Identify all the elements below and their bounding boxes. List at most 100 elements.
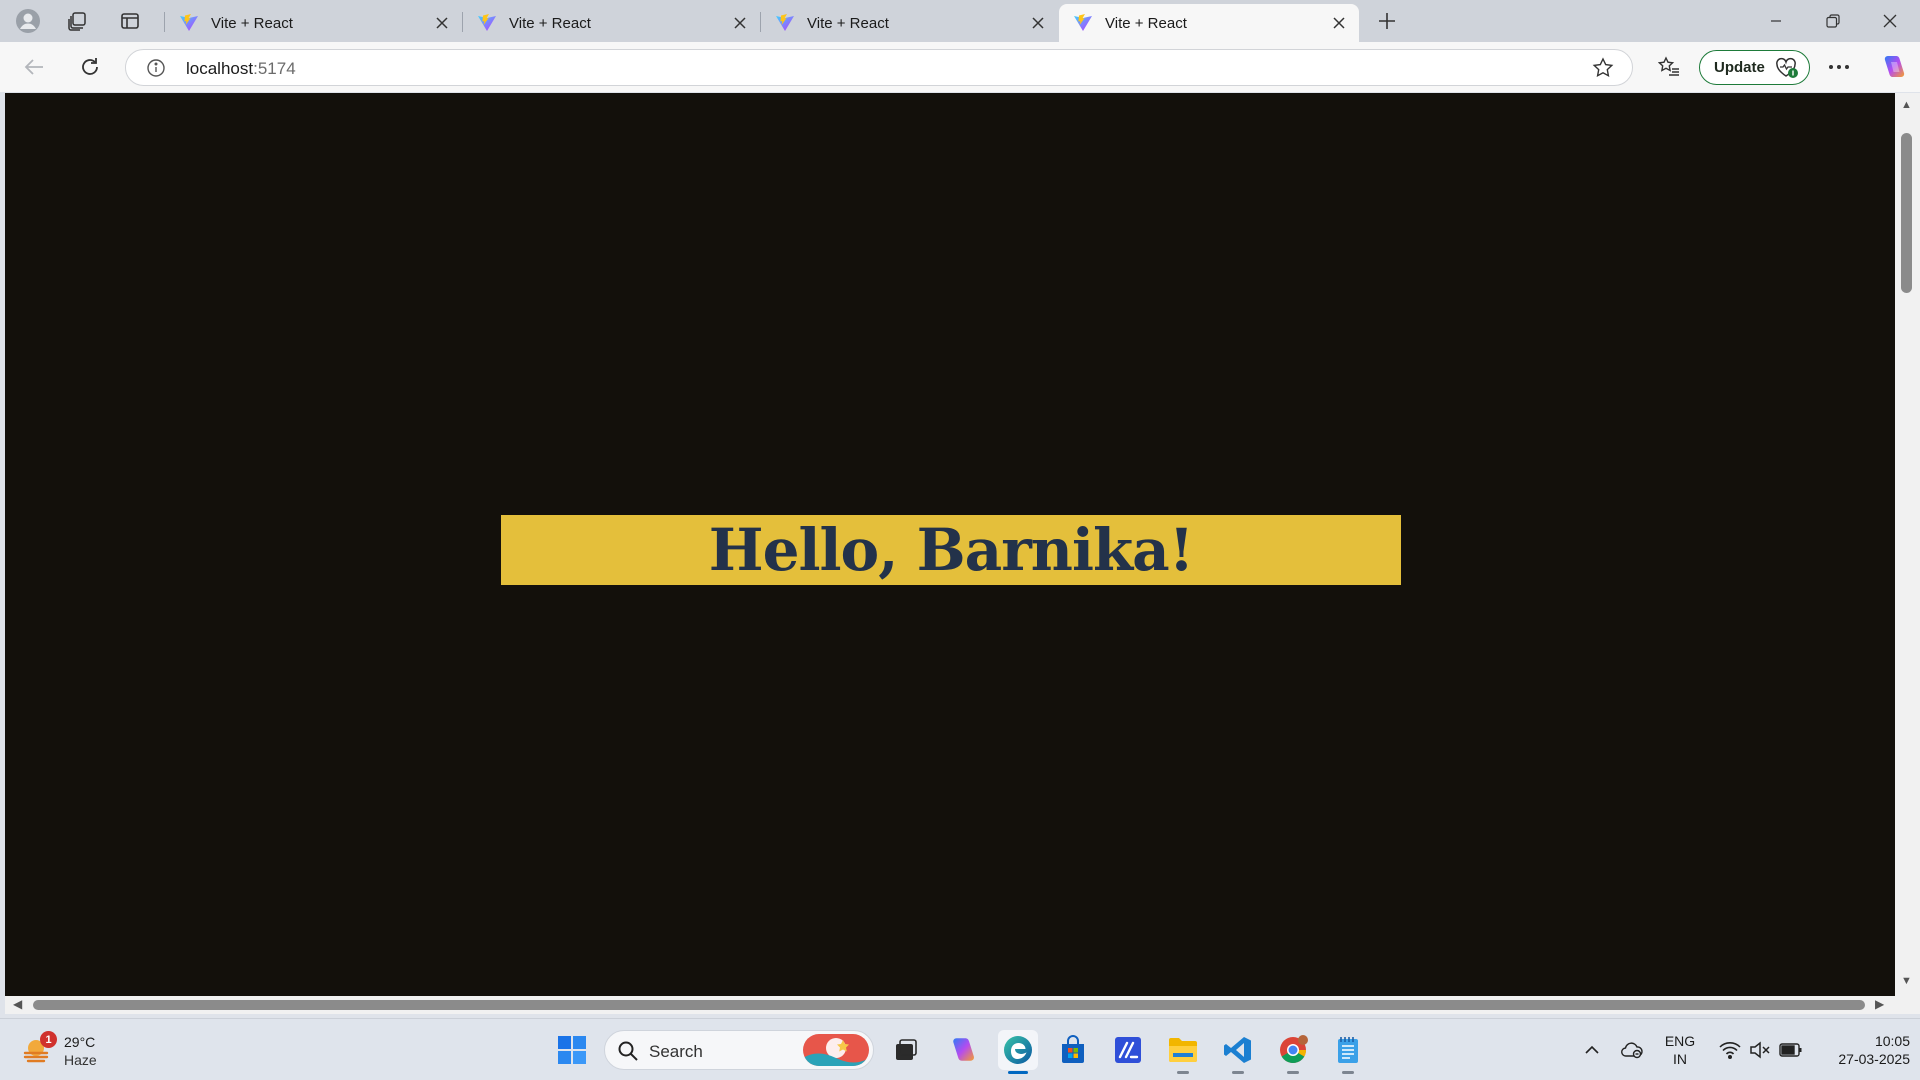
minimize-button[interactable] <box>1748 0 1804 42</box>
weather-widget[interactable]: 1 29°C Haze <box>22 1029 112 1071</box>
browser-essentials-heart-icon <box>1775 57 1799 83</box>
update-label: Update <box>1714 59 1765 76</box>
language-indicator[interactable]: ENG IN <box>1662 1032 1698 1068</box>
vscode-icon <box>1224 1037 1251 1063</box>
browser-toolbar: localhost:5174 Update <box>0 42 1920 92</box>
vertical-scrollbar[interactable]: ▲ ▼ <box>1895 93 1920 996</box>
browser-tab-3[interactable]: Vite + React <box>761 4 1058 42</box>
edge-browser-icon <box>1004 1036 1032 1064</box>
language-region: IN <box>1673 1051 1687 1067</box>
refresh-icon <box>82 58 98 75</box>
taskbar-copilot[interactable] <box>942 1030 982 1070</box>
search-label: Search <box>649 1042 703 1061</box>
weather-condition: Haze <box>64 1052 97 1068</box>
restore-button[interactable] <box>1805 0 1861 42</box>
taskbar-chrome[interactable] <box>1273 1030 1313 1074</box>
tab-title: Vite + React <box>807 14 889 32</box>
workspaces-icon[interactable] <box>63 7 91 35</box>
close-window-button[interactable] <box>1862 0 1918 42</box>
system-clock[interactable]: 10:05 27-03-2025 <box>1810 1032 1910 1068</box>
tab-close-icon[interactable] <box>1028 13 1048 33</box>
scroll-left-arrow-icon[interactable]: ◀ <box>13 997 22 1011</box>
favorites-button[interactable] <box>1653 51 1685 83</box>
taskbar-notepad[interactable] <box>1328 1030 1368 1074</box>
vertical-scroll-thumb[interactable] <box>1901 133 1912 293</box>
browser-tab-1[interactable]: Vite + React <box>165 4 462 42</box>
tab-title: Vite + React <box>211 14 293 32</box>
start-button[interactable] <box>552 1030 592 1070</box>
clock-time: 10:05 <box>1874 1033 1910 1049</box>
browser-tab-2[interactable]: Vite + React <box>463 4 760 42</box>
vertical-tabs-icon[interactable] <box>116 7 144 35</box>
scroll-right-arrow-icon[interactable]: ▶ <box>1875 997 1884 1011</box>
chrome-icon <box>1280 1035 1308 1064</box>
browser-tab-4-active[interactable]: Vite + React <box>1059 4 1359 42</box>
taskbar-edge[interactable] <box>998 1030 1038 1074</box>
show-hidden-icons-button[interactable] <box>1572 1030 1612 1070</box>
dev-app-icon <box>1115 1037 1141 1063</box>
speaker-muted-icon <box>1750 1041 1770 1059</box>
scroll-down-arrow-icon[interactable]: ▼ <box>1901 975 1912 987</box>
favorite-star-icon[interactable] <box>1592 57 1614 84</box>
running-app-indicator <box>1287 1071 1299 1074</box>
clock-date: 27-03-2025 <box>1838 1051 1910 1067</box>
horizontal-scroll-thumb[interactable] <box>33 1000 1865 1010</box>
notepad-icon <box>1338 1037 1358 1063</box>
url-port: :5174 <box>253 59 296 78</box>
tray-onedrive[interactable] <box>1612 1030 1652 1070</box>
running-app-indicator <box>1342 1071 1354 1074</box>
profile-avatar-icon[interactable] <box>14 7 42 35</box>
wifi-icon <box>1719 1042 1741 1059</box>
tab-title: Vite + React <box>1105 14 1187 32</box>
copilot-icon <box>953 1038 974 1061</box>
copilot-button[interactable] <box>1877 51 1909 83</box>
back-button[interactable] <box>18 51 50 83</box>
language-code: ENG <box>1664 1033 1696 1049</box>
tab-close-icon[interactable] <box>432 13 452 33</box>
greeting-banner: Hello, Barnika! <box>501 515 1401 585</box>
back-arrow-icon <box>24 59 43 75</box>
update-button[interactable]: Update <box>1699 50 1810 85</box>
tab-title: Vite + React <box>509 14 591 32</box>
url-host: localhost <box>186 59 254 78</box>
search-icon <box>618 1041 638 1061</box>
new-tab-button[interactable] <box>1372 7 1402 35</box>
taskbar-task-view[interactable] <box>886 1030 926 1070</box>
taskbar-file-explorer[interactable] <box>1163 1030 1203 1074</box>
active-app-indicator <box>1008 1071 1028 1074</box>
page-viewport: Hello, Barnika! <box>5 93 1895 996</box>
tab-close-icon[interactable] <box>730 13 750 33</box>
vite-favicon-icon <box>478 14 496 31</box>
vite-favicon-icon <box>180 14 198 31</box>
vite-favicon-icon <box>776 14 794 31</box>
more-dots-icon <box>1829 65 1849 69</box>
taskbar-vscode[interactable] <box>1218 1030 1258 1074</box>
cloud-sync-icon <box>1621 1042 1643 1059</box>
horizontal-scrollbar[interactable]: ◀ ▶ <box>5 996 1895 1014</box>
running-app-indicator <box>1177 1071 1189 1074</box>
url-text[interactable]: localhost:5174 <box>186 59 296 79</box>
copilot-icon <box>1884 56 1905 77</box>
restore-icon <box>1826 14 1840 28</box>
tab-close-icon[interactable] <box>1329 13 1349 33</box>
search-highlight-art-icon <box>803 1034 869 1066</box>
greeting-heading: Hello, Barnika! <box>708 516 1194 584</box>
vite-favicon-icon <box>1074 14 1092 31</box>
address-bar[interactable]: localhost:5174 <box>125 49 1633 86</box>
taskbar-microsoft-store[interactable] <box>1053 1030 1093 1070</box>
chevron-up-icon <box>1585 1045 1599 1054</box>
refresh-button[interactable] <box>74 51 106 83</box>
taskbar-visual-studio-app[interactable] <box>1108 1030 1148 1070</box>
favorites-star-list-icon <box>1658 56 1679 76</box>
weather-temperature: 29°C <box>64 1034 96 1050</box>
plus-icon <box>1379 13 1395 29</box>
browser-tab-strip: Vite + React Vite + React Vite + React V… <box>0 0 1920 42</box>
site-info-icon[interactable] <box>146 58 166 83</box>
scroll-up-arrow-icon[interactable]: ▲ <box>1901 99 1912 111</box>
minimize-icon <box>1771 20 1781 22</box>
settings-more-button[interactable] <box>1823 51 1855 83</box>
battery-icon <box>1779 1043 1802 1057</box>
quick-settings-button[interactable] <box>1707 1030 1815 1070</box>
store-bag-icon <box>1062 1035 1084 1063</box>
taskbar-search-box[interactable]: Search <box>604 1030 874 1070</box>
